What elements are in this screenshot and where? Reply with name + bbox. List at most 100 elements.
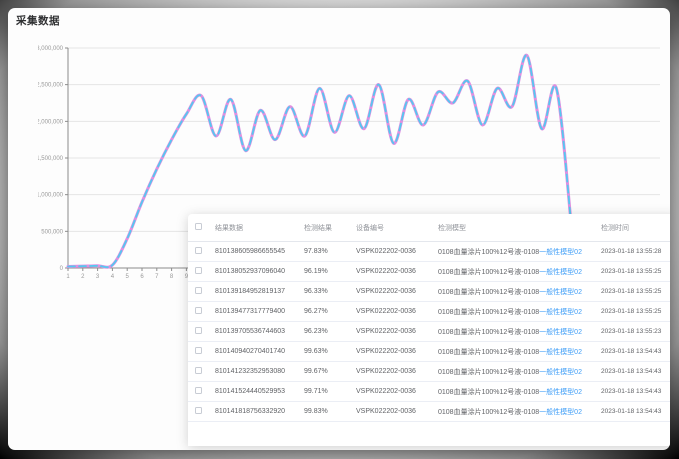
cell-device-id: VSPK022202-0036 xyxy=(356,408,438,415)
table-row[interactable]: 810139705536744603 96.23% VSPK022202-003… xyxy=(188,322,670,342)
cell-detect-time: 2023-01-18 13:55:25 xyxy=(601,268,670,275)
row-checkbox[interactable] xyxy=(195,407,202,414)
row-checkbox[interactable] xyxy=(195,287,202,294)
model-text: 0108血量涂片100%12号液-0108 xyxy=(438,309,539,316)
cell-detect-time: 2023-01-18 13:54:43 xyxy=(601,368,670,375)
x-axis-label: 1 xyxy=(66,274,70,280)
row-checkbox[interactable] xyxy=(195,267,202,274)
col-header-time: 检测时间 xyxy=(601,223,670,233)
col-header-model: 检测模型 xyxy=(438,223,601,233)
table-row[interactable]: 810140940270401740 99.63% VSPK022202-003… xyxy=(188,342,670,362)
cell-result-id: 810139705536744603 xyxy=(215,328,304,335)
col-header-device: 设备编号 xyxy=(356,223,438,233)
y-axis-label: 2,500,000 xyxy=(38,83,64,89)
cell-model-info: 0108血量涂片100%12号液-0108一般性模型02 xyxy=(438,407,601,417)
page-title: 采集数据 xyxy=(16,13,60,28)
cell-result-percent: 99.83% xyxy=(304,408,356,415)
cell-result-id: 810140940270401740 xyxy=(215,348,304,355)
cell-model-info: 0108血量涂片100%12号液-0108一般性模型02 xyxy=(438,247,601,257)
table-body: 810138605986655545 97.83% VSPK022202-003… xyxy=(188,242,670,422)
y-axis-label: 500,000 xyxy=(41,229,63,235)
x-axis-label: 8 xyxy=(170,274,174,280)
table-row[interactable]: 810141524440529953 99.71% VSPK022202-003… xyxy=(188,382,670,402)
row-checkbox[interactable] xyxy=(195,387,202,394)
model-link[interactable]: 一般性模型02 xyxy=(539,289,582,296)
model-text: 0108血量涂片100%12号液-0108 xyxy=(438,389,539,396)
model-text: 0108血量涂片100%12号液-0108 xyxy=(438,349,539,356)
cell-detect-time: 2023-01-18 13:54:43 xyxy=(601,348,670,355)
table-row[interactable]: 810139184952819137 96.33% VSPK022202-003… xyxy=(188,282,670,302)
cell-result-id: 810139184952819137 xyxy=(215,288,304,295)
cell-result-id: 810141818756332920 xyxy=(215,408,304,415)
x-axis-label: 5 xyxy=(126,274,130,280)
cell-result-id: 810138052937096040 xyxy=(215,268,304,275)
cell-device-id: VSPK022202-0036 xyxy=(356,348,438,355)
table-row[interactable]: 810141818756332920 99.83% VSPK022202-003… xyxy=(188,402,670,422)
select-all-checkbox[interactable] xyxy=(195,223,202,230)
model-link[interactable]: 一般性模型02 xyxy=(539,409,582,416)
model-link[interactable]: 一般性模型02 xyxy=(539,369,582,376)
cell-detect-time: 2023-01-18 13:54:43 xyxy=(601,388,670,395)
model-link[interactable]: 一般性模型02 xyxy=(539,269,582,276)
y-axis-label: 3,000,000 xyxy=(38,46,64,52)
desktop-background: 采集数据 3,000,000 2,500,000 2,000,000 1,500,00… xyxy=(0,0,679,459)
cell-model-info: 0108血量涂片100%12号液-0108一般性模型02 xyxy=(438,387,601,397)
y-axis-label: 2,000,000 xyxy=(38,119,64,125)
cell-result-percent: 96.27% xyxy=(304,308,356,315)
x-axis-label: 7 xyxy=(155,274,159,280)
cell-detect-time: 2023-01-18 13:55:28 xyxy=(601,248,670,255)
model-link[interactable]: 一般性模型02 xyxy=(539,329,582,336)
model-text: 0108血量涂片100%12号液-0108 xyxy=(438,409,539,416)
cell-result-percent: 96.23% xyxy=(304,328,356,335)
cell-model-info: 0108血量涂片100%12号液-0108一般性模型02 xyxy=(438,367,601,377)
model-link[interactable]: 一般性模型02 xyxy=(539,349,582,356)
row-checkbox[interactable] xyxy=(195,327,202,334)
app-window: 采集数据 3,000,000 2,500,000 2,000,000 1,500,00… xyxy=(8,8,670,450)
cell-result-percent: 99.63% xyxy=(304,348,356,355)
x-axis-label: 2 xyxy=(81,274,85,280)
y-axis-label: 1,000,000 xyxy=(38,193,64,199)
row-checkbox[interactable] xyxy=(195,247,202,254)
cell-model-info: 0108血量涂片100%12号液-0108一般性模型02 xyxy=(438,347,601,357)
table-row[interactable]: 810138052937096040 96.19% VSPK022202-003… xyxy=(188,262,670,282)
y-axis-label: 1,500,000 xyxy=(38,156,64,162)
x-axis-label: 4 xyxy=(111,274,115,280)
cell-result-percent: 99.67% xyxy=(304,368,356,375)
data-table-card: 结果数据 检测结果 设备编号 检测模型 检测时间 810138605986655… xyxy=(188,214,670,446)
table-row[interactable]: 810139477317779400 96.27% VSPK022202-003… xyxy=(188,302,670,322)
table-row[interactable]: 810138605986655545 97.83% VSPK022202-003… xyxy=(188,242,670,262)
cell-model-info: 0108血量涂片100%12号液-0108一般性模型02 xyxy=(438,267,601,277)
cell-result-percent: 96.19% xyxy=(304,268,356,275)
cell-device-id: VSPK022202-0036 xyxy=(356,288,438,295)
cell-result-percent: 97.83% xyxy=(304,248,356,255)
model-text: 0108血量涂片100%12号液-0108 xyxy=(438,249,539,256)
cell-result-percent: 99.71% xyxy=(304,388,356,395)
model-link[interactable]: 一般性模型02 xyxy=(539,389,582,396)
row-checkbox[interactable] xyxy=(195,347,202,354)
model-text: 0108血量涂片100%12号液-0108 xyxy=(438,269,539,276)
cell-result-id: 810141524440529953 xyxy=(215,388,304,395)
model-link[interactable]: 一般性模型02 xyxy=(539,309,582,316)
model-text: 0108血量涂片100%12号液-0108 xyxy=(438,369,539,376)
cell-model-info: 0108血量涂片100%12号液-0108一般性模型02 xyxy=(438,287,601,297)
model-link[interactable]: 一般性模型02 xyxy=(539,249,582,256)
col-header-result: 检测结果 xyxy=(304,223,356,233)
cell-model-info: 0108血量涂片100%12号液-0108一般性模型02 xyxy=(438,327,601,337)
y-axis-label: 0 xyxy=(60,266,64,272)
row-checkbox[interactable] xyxy=(195,367,202,374)
cell-detect-time: 2023-01-18 13:55:25 xyxy=(601,288,670,295)
model-text: 0108血量涂片100%12号液-0108 xyxy=(438,289,539,296)
cell-detect-time: 2023-01-18 13:55:25 xyxy=(601,308,670,315)
cell-result-id: 810138605986655545 xyxy=(215,248,304,255)
cell-detect-time: 2023-01-18 13:54:43 xyxy=(601,408,670,415)
row-checkbox[interactable] xyxy=(195,307,202,314)
cell-device-id: VSPK022202-0036 xyxy=(356,328,438,335)
cell-device-id: VSPK022202-0036 xyxy=(356,388,438,395)
x-axis-label: 3 xyxy=(96,274,100,280)
x-axis-label: 6 xyxy=(140,274,144,280)
table-row[interactable]: 810141232352953080 99.67% VSPK022202-003… xyxy=(188,362,670,382)
cell-detect-time: 2023-01-18 13:55:23 xyxy=(601,328,670,335)
cell-result-id: 810139477317779400 xyxy=(215,308,304,315)
cell-model-info: 0108血量涂片100%12号液-0108一般性模型02 xyxy=(438,307,601,317)
cell-device-id: VSPK022202-0036 xyxy=(356,308,438,315)
